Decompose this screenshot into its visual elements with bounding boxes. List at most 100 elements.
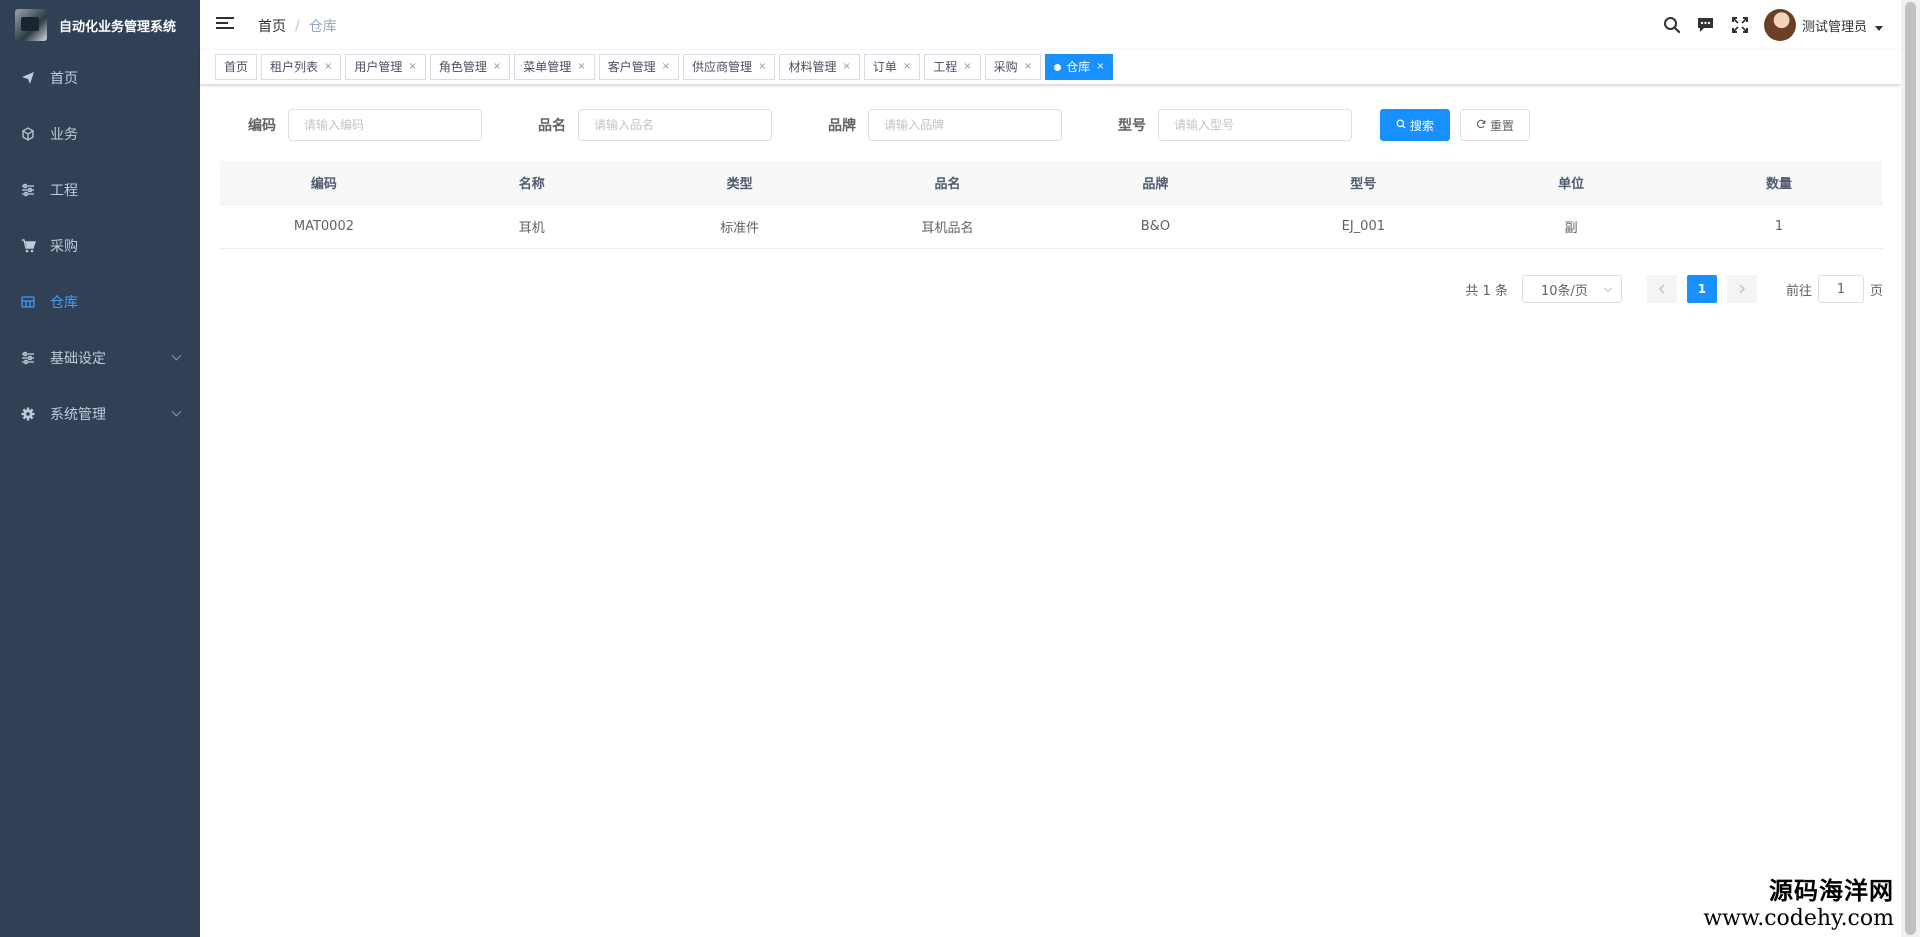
search-icon (1396, 119, 1406, 132)
breadcrumb-home[interactable]: 首页 (258, 16, 286, 36)
sidebar-item-3[interactable]: 采购 (0, 218, 200, 274)
tag-7[interactable]: 材料管理 × (779, 54, 860, 80)
watermark: 源码海洋网 www.codehy.com (1703, 871, 1894, 931)
avatar[interactable] (1763, 9, 1796, 41)
breadcrumb-separator: / (295, 18, 300, 34)
column-header[interactable]: 型号 (1259, 173, 1467, 192)
tag-4[interactable]: 菜单管理 × (514, 54, 595, 80)
sidebar-item-label: 首页 (50, 71, 78, 87)
close-icon[interactable]: × (903, 55, 911, 79)
scrollbar-thumb[interactable] (1905, 2, 1916, 935)
user-name[interactable]: 测试管理员 (1802, 16, 1867, 35)
page-size-value: 10条/页 (1540, 283, 1588, 299)
close-icon[interactable]: × (1096, 55, 1104, 79)
tag-10[interactable]: 采购 × (984, 54, 1042, 80)
search-field-label: 型号 (1118, 118, 1146, 134)
active-dot-icon (1054, 63, 1062, 71)
data-table: 编码 名称 类型 品名 品牌 型号 单位 数量 MAT0002 耳机 标准件 耳机品名 B&O EJ_0… (220, 161, 1883, 249)
close-icon[interactable]: × (842, 55, 850, 79)
app-logo[interactable]: 自动化业务管理系统 (0, 0, 200, 50)
sidebar-item-label: 采购 (50, 239, 78, 255)
close-icon[interactable]: × (758, 55, 766, 79)
prev-page-button[interactable] (1646, 275, 1677, 303)
column-header[interactable]: 数量 (1675, 173, 1883, 192)
search-icon[interactable] (1662, 15, 1682, 35)
tag-label: 租户列表 (270, 60, 319, 74)
reset-button[interactable]: 重置 (1460, 109, 1531, 141)
page-number-button[interactable]: 1 (1686, 275, 1717, 303)
sidebar-item-2[interactable]: 工程 (0, 162, 200, 218)
app-title: 自动化业务管理系统 (59, 19, 177, 35)
tag-5[interactable]: 客户管理 × (598, 54, 680, 80)
main-content: 编码品名品牌型号搜索重置 编码名称类型品名品牌型号单位数量 MAT0002耳机标… (200, 85, 1901, 937)
column-header[interactable]: 单位 (1467, 173, 1675, 192)
caret-down-icon[interactable] (1875, 25, 1883, 31)
chevron-down-icon (1603, 283, 1613, 292)
tag-label: 用户管理 (354, 60, 403, 74)
search-field-3: 型号 (1090, 109, 1352, 141)
search-input[interactable] (288, 109, 482, 141)
tag-label: 仓库 (1066, 60, 1091, 74)
table-row[interactable]: MAT0002 耳机 标准件 耳机品名 B&O EJ_001 副 1 (220, 205, 1883, 249)
tag-0[interactable]: 首页 (215, 54, 258, 80)
gear-icon (20, 406, 36, 422)
sidebar-item-1[interactable]: 业务 (0, 106, 200, 162)
tag-label: 客户管理 (607, 60, 656, 74)
column-header[interactable]: 品牌 (1052, 173, 1260, 192)
table-cell: EJ_001 (1341, 219, 1385, 234)
cart-icon (20, 238, 36, 254)
tag-8[interactable]: 订单 × (863, 54, 921, 80)
close-icon[interactable]: × (963, 55, 971, 79)
sidebar-item-0[interactable]: 首页 (0, 50, 200, 106)
sidebar-menu: 首页业务工程采购仓库 基础设定系统管理 (0, 50, 200, 442)
goto-prefix: 前往 (1785, 283, 1812, 299)
page-jumper: 前往 页 (1786, 275, 1883, 303)
pagination: 共 1 条 10条/页 1 前往 页 (220, 275, 1883, 303)
warehouse-icon (20, 294, 36, 310)
table-cell: B&O (1140, 219, 1171, 234)
tag-label: 菜单管理 (523, 60, 572, 74)
tag-9[interactable]: 工程 × (924, 54, 981, 80)
search-input[interactable] (1158, 109, 1352, 141)
sliders-icon (20, 350, 36, 366)
next-page-button[interactable] (1726, 275, 1757, 303)
column-header[interactable]: 类型 (636, 173, 844, 192)
fullscreen-icon[interactable] (1730, 15, 1750, 35)
column-header[interactable]: 名称 (428, 173, 636, 192)
sidebar-item-4[interactable]: 仓库 (0, 274, 200, 330)
close-icon[interactable]: × (1024, 55, 1032, 79)
sidebar-item-label: 系统管理 (50, 407, 106, 423)
tag-1[interactable]: 租户列表 × (261, 54, 342, 80)
tag-11[interactable]: 仓库 × (1045, 54, 1114, 80)
goto-page-input[interactable] (1817, 275, 1864, 303)
column-header[interactable]: 编码 (220, 173, 428, 192)
column-header[interactable]: 品名 (844, 173, 1052, 192)
close-icon[interactable]: × (324, 55, 332, 79)
search-field-label: 品牌 (828, 118, 856, 134)
search-field-0: 编码 (220, 109, 482, 141)
sliders-icon (20, 182, 36, 198)
page-size-select[interactable]: 10条/页 (1521, 275, 1622, 303)
sidebar-item-6[interactable]: 系统管理 (0, 386, 200, 442)
hamburger-icon[interactable] (216, 17, 234, 33)
close-icon[interactable]: × (408, 55, 416, 79)
close-icon[interactable]: × (577, 55, 585, 79)
search-input[interactable] (578, 109, 772, 141)
page-scrollbar[interactable] (1901, 0, 1920, 937)
message-icon[interactable] (1696, 15, 1716, 35)
navbar-right: 测试管理员 (1648, 0, 1883, 50)
search-input[interactable] (868, 109, 1062, 141)
sidebar-item-5[interactable]: 基础设定 (0, 330, 200, 386)
close-icon[interactable]: × (662, 55, 670, 79)
search-button-label: 搜索 (1410, 118, 1435, 133)
breadcrumb: 首页 / 仓库 (258, 16, 337, 36)
tag-6[interactable]: 供应商管理 × (683, 54, 776, 80)
sidebar-item-label: 业务 (50, 127, 78, 143)
tag-2[interactable]: 用户管理 × (345, 54, 426, 80)
search-button[interactable]: 搜索 (1380, 109, 1451, 141)
tag-3[interactable]: 角色管理 × (429, 54, 511, 80)
tags-view: 首页 租户列表 × 用户管理 × 角色管理 × 菜单管理 × 客户管理 × 供应商管理 × 材料管理 × 订单… (200, 50, 1901, 85)
watermark-line2: www.codehy.com (1703, 906, 1894, 931)
tag-label: 首页 (224, 60, 249, 74)
close-icon[interactable]: × (493, 55, 501, 79)
